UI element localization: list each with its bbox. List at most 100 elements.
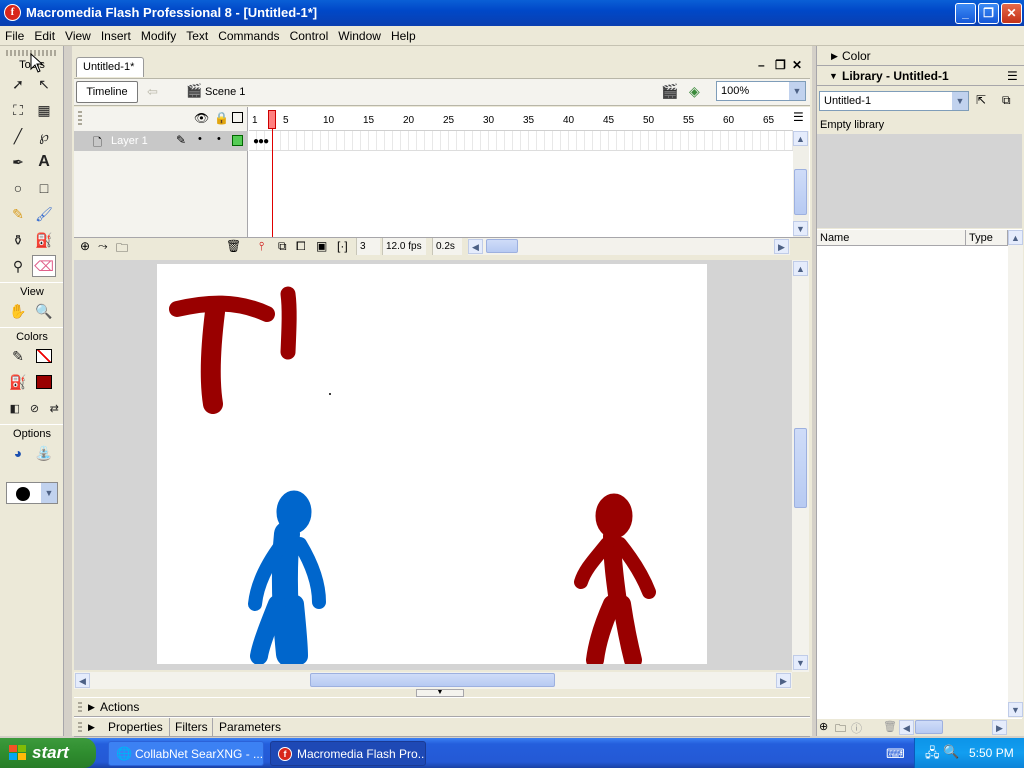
stage[interactable] bbox=[157, 264, 707, 669]
properties-icon[interactable]: ⓘ bbox=[851, 720, 862, 736]
center-frame-icon[interactable]: ⫯ bbox=[259, 239, 264, 254]
fill-color-swatch[interactable] bbox=[32, 371, 56, 393]
tab-filters[interactable]: Filters bbox=[169, 718, 208, 736]
back-arrow-icon[interactable]: ⇦ bbox=[147, 84, 158, 100]
menu-modify[interactable]: Modify bbox=[136, 26, 181, 45]
expand-arrow-icon[interactable]: ▶ bbox=[88, 698, 95, 716]
keyboard-icon[interactable]: ⌨ bbox=[886, 746, 905, 762]
oval-tool-icon[interactable]: ○ bbox=[6, 177, 30, 199]
collapse-arrow-icon[interactable]: ▼ bbox=[829, 66, 838, 86]
modify-onion-markers-icon[interactable]: [·] bbox=[337, 239, 348, 253]
library-item-list[interactable] bbox=[817, 229, 1022, 719]
close-button[interactable]: ✕ bbox=[1001, 3, 1022, 24]
timeline-toggle-button[interactable]: Timeline bbox=[76, 81, 138, 103]
scroll-left-icon[interactable]: ◀ bbox=[899, 720, 914, 735]
visibility-dot[interactable]: • bbox=[198, 133, 202, 145]
panel-menu-icon[interactable]: ☰ bbox=[1007, 66, 1018, 86]
menu-insert[interactable]: Insert bbox=[96, 26, 136, 45]
panel-collapse-toggle[interactable]: ▼ bbox=[416, 689, 464, 697]
menu-text[interactable]: Text bbox=[181, 26, 213, 45]
onion-skin-icon[interactable]: ⧉ bbox=[278, 239, 287, 254]
zoom-select[interactable]: 100% ▼ bbox=[716, 81, 806, 101]
scroll-down-icon[interactable]: ▼ bbox=[793, 221, 808, 236]
scroll-left-icon[interactable]: ◀ bbox=[75, 673, 90, 688]
lock-dot[interactable]: • bbox=[217, 133, 221, 145]
scroll-right-icon[interactable]: ▶ bbox=[774, 239, 789, 254]
no-color-icon[interactable]: ⊘ bbox=[26, 397, 44, 419]
outline-color-swatch[interactable] bbox=[232, 135, 243, 146]
insert-layer-icon[interactable]: ⊕ bbox=[80, 239, 90, 253]
expand-arrow-icon[interactable]: ▶ bbox=[831, 46, 838, 66]
scroll-thumb[interactable] bbox=[310, 673, 555, 687]
library-col-type[interactable]: Type bbox=[966, 230, 1008, 246]
color-panel-bar[interactable]: ▶ Color bbox=[817, 46, 1024, 66]
actions-panel-title[interactable]: Actions bbox=[100, 698, 139, 716]
scene-label[interactable]: Scene 1 bbox=[205, 86, 245, 98]
scroll-left-icon[interactable]: ◀ bbox=[468, 239, 483, 254]
selection-tool-icon[interactable]: ➚ bbox=[6, 73, 30, 95]
doc-minimize-button[interactable]: – bbox=[758, 58, 765, 72]
brush-tool-icon[interactable]: 🖌 bbox=[32, 203, 56, 225]
rectangle-tool-icon[interactable]: □ bbox=[32, 177, 56, 199]
network-icon[interactable]: 🖧 bbox=[925, 744, 940, 766]
scroll-right-icon[interactable]: ▶ bbox=[776, 673, 791, 688]
library-document-select[interactable]: Untitled-1 ▼ bbox=[819, 91, 969, 111]
document-tab[interactable]: Untitled-1* bbox=[76, 57, 144, 77]
line-tool-icon[interactable]: ╱ bbox=[6, 125, 30, 147]
library-col-name[interactable]: Name bbox=[817, 230, 966, 246]
library-panel-title[interactable]: Library - Untitled-1 bbox=[842, 66, 949, 86]
timeline-vscrollbar[interactable]: ▲ ▼ bbox=[793, 131, 809, 237]
flash-app-icon[interactable]: f bbox=[4, 4, 21, 21]
pencil-tool-icon[interactable]: ✎ bbox=[6, 203, 30, 225]
hand-tool-icon[interactable]: ✋ bbox=[6, 300, 30, 322]
minimize-button[interactable]: _ bbox=[955, 3, 976, 24]
menu-commands[interactable]: Commands bbox=[213, 26, 284, 45]
panel-grip[interactable] bbox=[78, 722, 82, 734]
timeline-grip[interactable] bbox=[78, 111, 82, 125]
stage-vscrollbar[interactable]: ▲ ▼ bbox=[792, 260, 809, 672]
scroll-right-icon[interactable]: ▶ bbox=[992, 720, 1007, 735]
menu-file[interactable]: File bbox=[0, 26, 29, 45]
eraser-tool-icon[interactable]: ⌫ bbox=[32, 255, 56, 277]
task-collabnet[interactable]: 🌐 CollabNet SearXNG - ... bbox=[108, 741, 264, 766]
fill-transform-tool-icon[interactable]: ▦ bbox=[32, 99, 56, 121]
frame-rate[interactable]: 12.0 fps bbox=[382, 238, 426, 255]
swap-colors-icon[interactable]: ⇄ bbox=[45, 397, 63, 419]
new-symbol-icon[interactable]: ⊕ bbox=[819, 720, 828, 733]
tab-properties[interactable]: Properties bbox=[108, 718, 163, 736]
onion-outlines-icon[interactable]: ⧠ bbox=[296, 239, 306, 254]
add-motion-guide-icon[interactable]: ⤳ bbox=[98, 239, 108, 254]
timeline-hscrollbar[interactable]: ◀ ▶ bbox=[468, 238, 790, 255]
paint-bucket-tool-icon[interactable]: ⛽ bbox=[32, 229, 56, 251]
clock[interactable]: 5:50 PM bbox=[969, 746, 1014, 760]
eye-icon[interactable]: 👁 bbox=[194, 111, 209, 125]
menu-control[interactable]: Control bbox=[285, 26, 334, 45]
edit-scene-icon[interactable]: 🎬 bbox=[661, 83, 678, 100]
text-tool-icon[interactable]: A bbox=[32, 151, 56, 173]
timeline-menu-icon[interactable]: ☰ bbox=[793, 110, 804, 124]
start-button[interactable]: start bbox=[0, 738, 96, 768]
stage-hscrollbar[interactable]: ◀ ▶ bbox=[74, 672, 792, 689]
scroll-thumb[interactable] bbox=[915, 720, 943, 734]
actions-panel-bar[interactable]: ▶ Actions bbox=[74, 697, 810, 717]
doc-close-button[interactable]: ✕ bbox=[792, 58, 802, 72]
properties-panel-bar[interactable]: ▶ Properties Filters Parameters bbox=[74, 717, 810, 737]
task-flash[interactable]: f Macromedia Flash Pro... bbox=[270, 741, 426, 766]
scroll-up-icon[interactable]: ▲ bbox=[1008, 230, 1023, 245]
scroll-thumb[interactable] bbox=[794, 428, 807, 508]
stroke-color-swatch[interactable] bbox=[32, 345, 56, 367]
expand-arrow-icon[interactable]: ▶ bbox=[88, 718, 95, 736]
black-white-icon[interactable]: ◧ bbox=[6, 397, 24, 419]
edit-multiple-frames-icon[interactable]: ▣ bbox=[316, 239, 327, 253]
color-panel-title[interactable]: Color bbox=[842, 46, 871, 66]
faucet-icon[interactable]: ⛲ bbox=[32, 442, 56, 464]
layer-name[interactable]: Layer 1 bbox=[111, 135, 148, 147]
eyedropper-tool-icon[interactable]: ⚲ bbox=[6, 255, 30, 277]
lock-icon[interactable]: 🔒 bbox=[214, 111, 229, 125]
lasso-tool-icon[interactable]: ℘ bbox=[32, 125, 56, 147]
eraser-mode-icon[interactable]: ◕ bbox=[6, 442, 30, 464]
search-icon[interactable]: 🔍 bbox=[943, 744, 959, 760]
eraser-shape-select[interactable]: ▼ bbox=[6, 482, 58, 504]
new-folder-icon[interactable]: 🗀 bbox=[835, 720, 846, 739]
scroll-thumb[interactable] bbox=[486, 239, 518, 253]
